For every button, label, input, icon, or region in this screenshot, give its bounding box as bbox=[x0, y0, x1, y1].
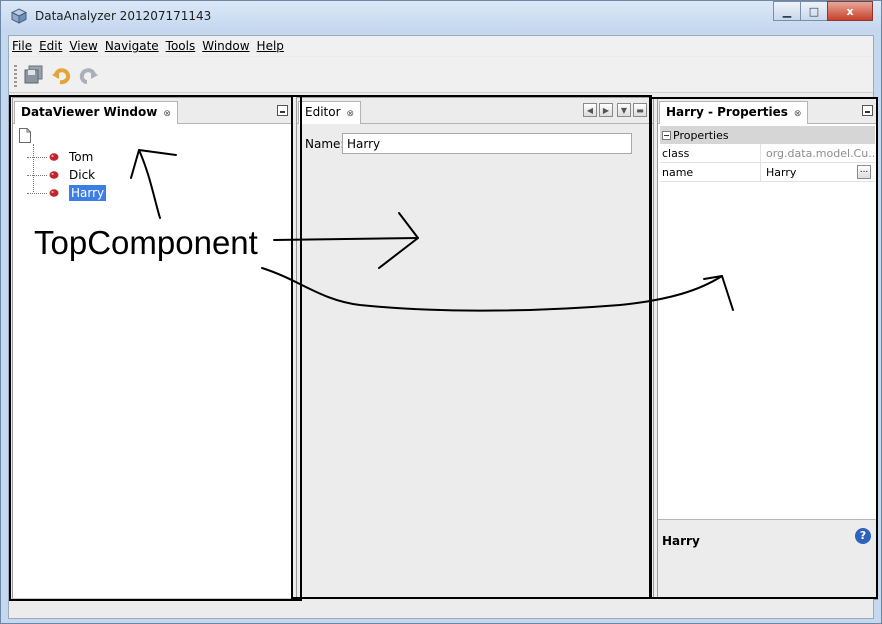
save-all-icon[interactable] bbox=[23, 64, 45, 86]
menu-file[interactable]: File bbox=[12, 39, 32, 53]
undo-icon[interactable] bbox=[51, 64, 73, 86]
property-key: class bbox=[662, 147, 690, 160]
toolbar bbox=[9, 57, 873, 93]
menu-help[interactable]: Help bbox=[257, 39, 284, 53]
name-field[interactable] bbox=[342, 133, 632, 154]
menu-navigate[interactable]: Navigate bbox=[105, 39, 159, 53]
bean-icon bbox=[49, 153, 59, 161]
document-icon[interactable] bbox=[19, 128, 31, 143]
bean-icon bbox=[49, 189, 59, 197]
tab-dataviewer-close-icon[interactable]: ⊗ bbox=[163, 109, 171, 119]
property-row-class[interactable]: class org.data.model.Cu... bbox=[660, 144, 876, 163]
property-divider bbox=[760, 163, 761, 181]
close-button[interactable]: x bbox=[827, 1, 873, 21]
dataviewer-panel: DataViewer Window ⊗ Tom Dick Harry bbox=[12, 97, 293, 600]
menu-bar: File Edit View Navigate Tools Window Hel… bbox=[9, 36, 873, 56]
editor-nav-controls: ◀ ▶ ▼ ▬ bbox=[581, 103, 647, 117]
menu-view[interactable]: View bbox=[69, 39, 97, 53]
tree-node-tom[interactable]: Tom bbox=[27, 148, 93, 166]
window-controls: ▁ □ x bbox=[773, 1, 873, 21]
custom-editor-button[interactable]: ... bbox=[857, 165, 871, 179]
tab-editor[interactable]: Editor ⊗ bbox=[298, 101, 362, 124]
tab-dataviewer[interactable]: DataViewer Window ⊗ bbox=[14, 101, 178, 124]
property-row-name[interactable]: name Harry ... bbox=[660, 163, 875, 182]
app-cube-icon bbox=[11, 8, 27, 24]
collapse-icon[interactable] bbox=[662, 130, 671, 140]
menu-window[interactable]: Window bbox=[202, 39, 249, 53]
editor-tabstrip: Editor ⊗ ◀ ▶ ▼ ▬ bbox=[297, 98, 653, 124]
client-area: File Edit View Navigate Tools Window Hel… bbox=[8, 35, 878, 619]
help-icon[interactable]: ? bbox=[855, 528, 871, 544]
property-key: name bbox=[662, 166, 694, 179]
status-bar bbox=[9, 598, 873, 618]
editor-minimize-button[interactable]: ▬ bbox=[633, 103, 647, 117]
tree-connector bbox=[27, 174, 47, 176]
minimize-button[interactable]: ▁ bbox=[773, 1, 801, 21]
tree-node-dick[interactable]: Dick bbox=[27, 166, 95, 184]
properties-panel: Harry - Properties ⊗ Properties class org… bbox=[657, 97, 878, 600]
title-bar[interactable]: DataAnalyzer 201207171143 ▁ □ x bbox=[1, 1, 881, 33]
tree-node-harry[interactable]: Harry bbox=[27, 184, 107, 202]
tab-editor-label: Editor bbox=[305, 105, 341, 119]
tab-dataviewer-label: DataViewer Window bbox=[21, 105, 158, 119]
property-divider bbox=[760, 144, 761, 162]
scroll-right-icon[interactable]: ▶ bbox=[599, 103, 613, 117]
tree-node-label: Dick bbox=[69, 168, 96, 182]
scroll-left-icon[interactable]: ◀ bbox=[583, 103, 597, 117]
dataviewer-minimize-button[interactable] bbox=[277, 105, 288, 116]
tab-properties-label: Harry - Properties bbox=[666, 105, 788, 119]
menu-edit[interactable]: Edit bbox=[39, 39, 62, 53]
properties-minimize-button[interactable] bbox=[862, 105, 873, 116]
redo-icon[interactable] bbox=[77, 64, 99, 86]
property-value: org.data.model.Cu... bbox=[766, 147, 876, 160]
tab-editor-close-icon[interactable]: ⊗ bbox=[347, 109, 355, 119]
document-list-dropdown-icon[interactable]: ▼ bbox=[617, 103, 631, 117]
editor-panel: Editor ⊗ ◀ ▶ ▼ ▬ Name: bbox=[296, 97, 654, 600]
tab-properties[interactable]: Harry - Properties ⊗ bbox=[659, 101, 809, 124]
tree-connector bbox=[27, 156, 47, 158]
window-title: DataAnalyzer 201207171143 bbox=[35, 9, 212, 23]
name-label: Name: bbox=[305, 137, 345, 151]
tab-properties-close-icon[interactable]: ⊗ bbox=[794, 109, 802, 119]
bean-icon bbox=[49, 171, 59, 179]
tree-node-label-selected: Harry bbox=[69, 185, 107, 201]
description-title: Harry bbox=[662, 534, 700, 548]
editor-body: Name: bbox=[297, 124, 653, 599]
property-description-area: Harry ? bbox=[658, 519, 877, 599]
annotation-label: TopComponent bbox=[34, 224, 258, 261]
properties-section-label: Properties bbox=[673, 128, 729, 142]
maximize-button[interactable]: □ bbox=[800, 1, 828, 21]
toolbar-grip[interactable] bbox=[14, 65, 17, 87]
dataviewer-tabstrip: DataViewer Window ⊗ bbox=[13, 98, 292, 124]
properties-section-header[interactable]: Properties bbox=[660, 126, 875, 144]
menu-tools[interactable]: Tools bbox=[166, 39, 196, 53]
application-window: DataAnalyzer 201207171143 ▁ □ x File Edi… bbox=[0, 0, 882, 624]
properties-tabstrip: Harry - Properties ⊗ bbox=[658, 98, 877, 124]
tree-node-label: Tom bbox=[69, 150, 94, 164]
tree-connector bbox=[27, 192, 47, 194]
